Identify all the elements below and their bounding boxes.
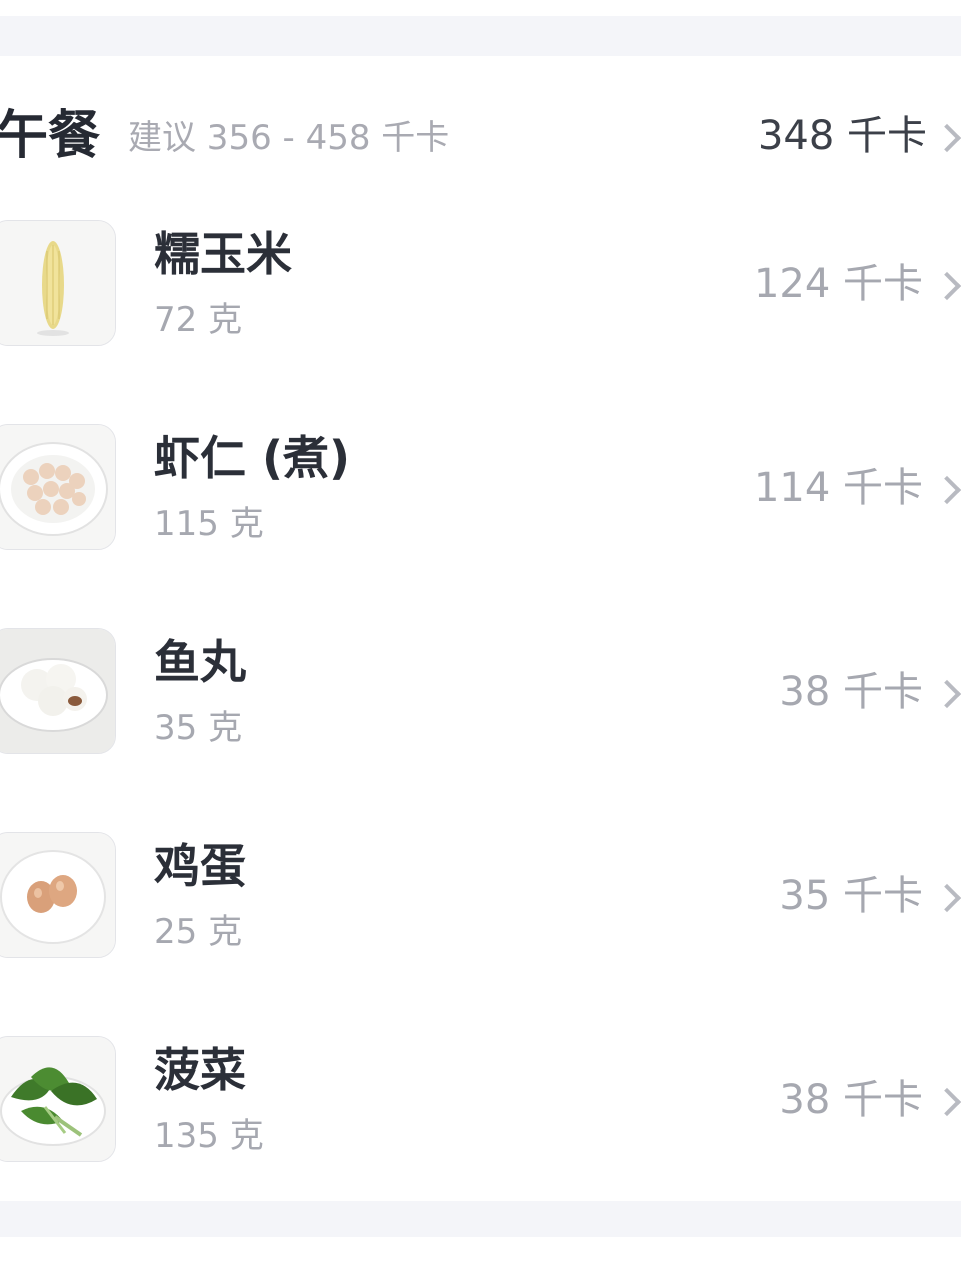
spinach-icon	[0, 1036, 116, 1162]
corn-icon	[0, 220, 116, 346]
food-kcal: 38 千卡	[779, 1077, 923, 1123]
shrimp-icon	[0, 424, 116, 550]
food-name: 鱼丸	[154, 635, 246, 689]
food-item[interactable]: 糯玉米 72 克 124 千卡	[0, 220, 961, 346]
food-weight: 35 克	[154, 708, 243, 748]
chevron-right-icon	[932, 123, 961, 153]
food-kcal: 38 千卡	[779, 669, 923, 715]
meal-screen: 午餐 建议 356 - 458 千卡 348 千卡 糯玉米 72 克 124 千…	[0, 0, 961, 1281]
food-weight: 72 克	[154, 300, 243, 340]
section-divider-top	[0, 16, 961, 56]
chevron-right-icon	[932, 475, 961, 505]
food-item[interactable]: 鱼丸 35 克 38 千卡	[0, 628, 961, 754]
meal-header[interactable]: 午餐 建议 356 - 458 千卡 348 千卡	[0, 96, 961, 176]
food-weight: 135 克	[154, 1116, 264, 1156]
section-divider-bottom	[0, 1201, 961, 1237]
food-item[interactable]: 虾仁 (煮) 115 克 114 千卡	[0, 424, 961, 550]
food-name: 糯玉米	[154, 227, 292, 281]
food-item[interactable]: 菠菜 135 克 38 千卡	[0, 1036, 961, 1162]
food-kcal: 35 千卡	[779, 873, 923, 919]
egg-icon	[0, 832, 116, 958]
food-kcal: 124 千卡	[753, 261, 923, 307]
food-name: 菠菜	[154, 1043, 246, 1097]
food-weight: 25 克	[154, 912, 243, 952]
chevron-right-icon	[932, 1087, 961, 1117]
food-weight: 115 克	[154, 504, 264, 544]
chevron-right-icon	[932, 883, 961, 913]
food-item[interactable]: 鸡蛋 25 克 35 千卡	[0, 832, 961, 958]
chevron-right-icon	[932, 271, 961, 301]
food-name: 虾仁 (煮)	[154, 431, 351, 485]
meal-title: 午餐	[0, 106, 101, 166]
food-kcal: 114 千卡	[753, 465, 923, 511]
meal-suggestion: 建议 356 - 458 千卡	[128, 118, 450, 158]
fishball-icon	[0, 628, 116, 754]
meal-total-kcal: 348 千卡	[757, 113, 927, 159]
food-name: 鸡蛋	[154, 839, 246, 893]
chevron-right-icon	[932, 679, 961, 709]
